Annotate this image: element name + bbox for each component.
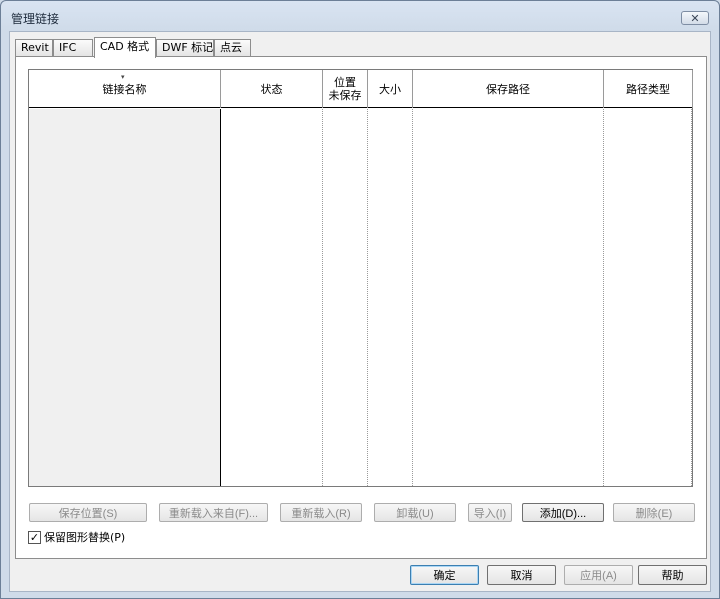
column-header-label-line1: 位置 [334, 76, 356, 89]
tab-point-clouds[interactable]: 点云 [214, 39, 251, 57]
column-header-label: 链接名称 [102, 82, 147, 96]
column-header-label-line2: 未保存 [328, 89, 362, 102]
column-link-name [29, 109, 221, 486]
unload-button[interactable]: 卸载(U) [374, 503, 456, 522]
column-header-positions-not-saved[interactable]: 位置 未保存 [323, 70, 368, 108]
save-positions-button[interactable]: 保存位置(S) [29, 503, 147, 522]
column-header-saved-path[interactable]: 保存路径 [413, 70, 604, 108]
import-button[interactable]: 导入(I) [468, 503, 512, 522]
tab-panel-cad: ▾ 链接名称 状态 位置 未保存 大小 保存路径 路径类型 保存位置(S) 重新… [15, 56, 707, 559]
tab-cad-formats[interactable]: CAD 格式 [94, 37, 156, 58]
column-header-status[interactable]: 状态 [221, 70, 323, 108]
keep-graphic-overrides-option[interactable]: ✓ 保留图形替换(P) [28, 530, 125, 544]
column-status [221, 109, 323, 486]
links-table[interactable]: ▾ 链接名称 状态 位置 未保存 大小 保存路径 路径类型 [28, 69, 693, 487]
reload-button[interactable]: 重新载入(R) [280, 503, 362, 522]
keep-graphic-overrides-checkbox[interactable]: ✓ [28, 530, 41, 544]
sort-arrow-icon: ▾ [121, 73, 125, 81]
apply-button[interactable]: 应用(A) [564, 565, 633, 585]
column-header-path-type[interactable]: 路径类型 [604, 70, 693, 108]
column-header-label: 状态 [260, 82, 283, 96]
column-header-link-name[interactable]: ▾ 链接名称 [29, 70, 221, 108]
dialog-client-area: Revit IFC CAD 格式 DWF 标记 点云 ▾ 链接名称 状态 位置 [9, 31, 711, 592]
cancel-button[interactable]: 取消 [487, 565, 556, 585]
ok-button[interactable]: 确定 [410, 565, 479, 585]
tab-dwf-markups[interactable]: DWF 标记 [156, 39, 214, 57]
help-button[interactable]: 帮助 [638, 565, 707, 585]
column-header-label: 路径类型 [626, 82, 670, 96]
column-header-size[interactable]: 大小 [368, 70, 413, 108]
column-saved-path [413, 109, 604, 486]
column-positions [323, 109, 368, 486]
add-button[interactable]: 添加(D)... [522, 503, 604, 522]
close-icon: ✕ [690, 11, 700, 25]
table-header: ▾ 链接名称 状态 位置 未保存 大小 保存路径 路径类型 [29, 70, 693, 108]
column-header-label: 保存路径 [486, 82, 530, 96]
column-size [368, 109, 413, 486]
remove-button[interactable]: 删除(E) [613, 503, 695, 522]
checkmark-icon: ✓ [29, 530, 40, 544]
close-button[interactable]: ✕ [681, 11, 709, 25]
column-header-label: 大小 [379, 82, 401, 96]
window-title: 管理链接 [11, 12, 60, 26]
keep-graphic-overrides-label: 保留图形替换(P) [44, 531, 126, 544]
table-body[interactable] [29, 109, 692, 486]
column-path-type [604, 109, 692, 486]
reload-from-button[interactable]: 重新载入来自(F)... [159, 503, 268, 522]
title-bar[interactable]: 管理链接 ✕ [1, 1, 719, 31]
manage-links-dialog: 管理链接 ✕ Revit IFC CAD 格式 DWF 标记 点云 ▾ 链接名称… [0, 0, 720, 599]
tab-revit[interactable]: Revit [15, 39, 53, 57]
tab-ifc[interactable]: IFC [53, 39, 93, 57]
